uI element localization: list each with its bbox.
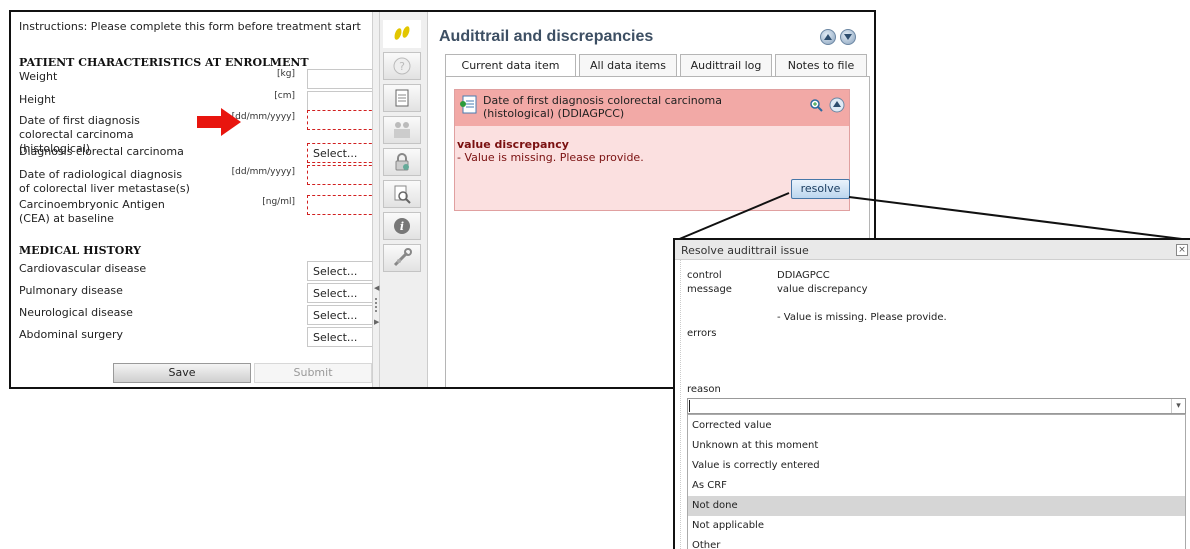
pulmonary-label: Pulmonary disease	[19, 284, 123, 297]
control-key: control	[687, 270, 722, 281]
radiological-date-unit: [dd/mm/yyyy]	[231, 167, 295, 177]
collapse-left-icon[interactable]: ◀	[374, 284, 379, 292]
form-instructions: Instructions: Please complete this form …	[19, 20, 361, 33]
radiological-date-label: Date of radiological diagnosis of colore…	[19, 168, 190, 195]
issue-item-title: Date of first diagnosis colorectal carci…	[483, 94, 722, 120]
dialog-edge	[675, 260, 681, 549]
expand-panel-icon[interactable]	[840, 29, 856, 45]
reason-options: Corrected value Unknown at this moment V…	[687, 414, 1186, 549]
zoom-icon[interactable]	[809, 98, 823, 112]
cardio-label: Cardiovascular disease	[19, 262, 147, 275]
pulmonary-select[interactable]: Select...	[307, 283, 377, 303]
collapse-panel-icon[interactable]	[820, 29, 836, 45]
crf-form: Instructions: Please complete this form …	[11, 12, 377, 387]
issue-card: Date of first diagnosis colorectal carci…	[454, 89, 850, 211]
option-other[interactable]: Other	[688, 536, 1185, 549]
close-icon[interactable]: ×	[1176, 244, 1188, 256]
issue-type: value discrepancy	[457, 138, 569, 151]
info-icon[interactable]: i	[383, 212, 421, 240]
option-unknown[interactable]: Unknown at this moment	[688, 436, 1185, 456]
footsteps-icon[interactable]	[383, 20, 421, 48]
tab-audittrail-log[interactable]: Audittrail log	[680, 54, 772, 76]
tab-notes-to-file[interactable]: Notes to file	[775, 54, 867, 76]
people-icon[interactable]	[383, 116, 421, 144]
option-not-applicable[interactable]: Not applicable	[688, 516, 1185, 536]
diagnosis-date-input[interactable]	[307, 110, 377, 130]
diagnosis-crc-label: Diagnosis clorectal carcinoma	[19, 145, 184, 158]
collapse-up-icon[interactable]	[829, 97, 845, 113]
audittrail-title: Audittrail and discrepancies	[439, 28, 654, 45]
abdominal-select[interactable]: Select...	[307, 327, 377, 347]
option-as-crf[interactable]: As CRF	[688, 476, 1185, 496]
control-value: DDIAGPCC	[777, 270, 830, 281]
diagnosis-crc-select[interactable]: Select...	[307, 143, 377, 163]
height-label: Height	[19, 93, 56, 106]
magnifier-icon[interactable]	[383, 180, 421, 208]
splitter-grip[interactable]	[375, 298, 377, 312]
lock-icon[interactable]	[383, 148, 421, 176]
neurological-select[interactable]: Select...	[307, 305, 377, 325]
errors-key: errors	[687, 328, 717, 339]
resolve-dialog: Resolve audittrail issue × control DDIAG…	[673, 238, 1190, 549]
document-icon[interactable]	[383, 84, 421, 112]
reason-select[interactable]: ▾	[687, 398, 1186, 414]
option-correctly-entered[interactable]: Value is correctly entered	[688, 456, 1185, 476]
svg-text:?: ?	[399, 60, 405, 73]
data-item-icon	[460, 95, 477, 114]
submit-button[interactable]: Submit	[254, 363, 372, 383]
weight-input[interactable]	[307, 69, 377, 89]
option-corrected-value[interactable]: Corrected value	[688, 416, 1185, 436]
weight-label: Weight	[19, 70, 58, 83]
height-input[interactable]	[307, 91, 377, 111]
collapse-right-icon[interactable]: ▶	[374, 318, 379, 326]
red-arrow-icon	[197, 108, 241, 136]
tab-all-data-items[interactable]: All data items	[579, 54, 677, 76]
text-caret	[689, 400, 690, 412]
panel-splitter[interactable]: ◀ ▶	[372, 12, 380, 387]
dialog-title: Resolve audittrail issue	[681, 244, 809, 257]
cardio-select[interactable]: Select...	[307, 261, 377, 281]
help-icon[interactable]: ?	[383, 52, 421, 80]
resolve-button[interactable]: resolve	[791, 179, 850, 199]
svg-text:i: i	[400, 220, 404, 233]
dialog-titlebar[interactable]: Resolve audittrail issue ×	[675, 240, 1190, 260]
abdominal-label: Abdominal surgery	[19, 328, 124, 341]
neurological-label: Neurological disease	[19, 306, 133, 319]
option-not-done[interactable]: Not done	[688, 496, 1185, 516]
reason-label: reason	[687, 384, 721, 395]
message-value: value discrepancy	[777, 284, 868, 295]
cea-unit: [ng/ml]	[262, 197, 295, 207]
message-detail: - Value is missing. Please provide.	[777, 312, 947, 323]
message-key: message	[687, 284, 732, 295]
height-unit: [cm]	[274, 91, 295, 101]
tools-icon[interactable]	[383, 244, 421, 272]
section-title-history: MEDICAL HISTORY	[19, 244, 142, 257]
radiological-date-input[interactable]	[307, 165, 377, 185]
cea-input[interactable]	[307, 195, 377, 215]
tab-current-data-item[interactable]: Current data item	[445, 54, 576, 77]
save-button[interactable]: Save	[113, 363, 251, 383]
section-title-patient: PATIENT CHARACTERISTICS AT ENROLMENT	[19, 56, 309, 69]
issue-header: Date of first diagnosis colorectal carci…	[455, 90, 849, 126]
side-toolbar: ? i	[380, 12, 428, 387]
cea-label: Carcinoembryonic Antigen (CEA) at baseli…	[19, 198, 165, 225]
issue-message: - Value is missing. Please provide.	[457, 151, 644, 164]
weight-unit: [kg]	[277, 69, 295, 79]
chevron-down-icon[interactable]: ▾	[1171, 399, 1185, 413]
